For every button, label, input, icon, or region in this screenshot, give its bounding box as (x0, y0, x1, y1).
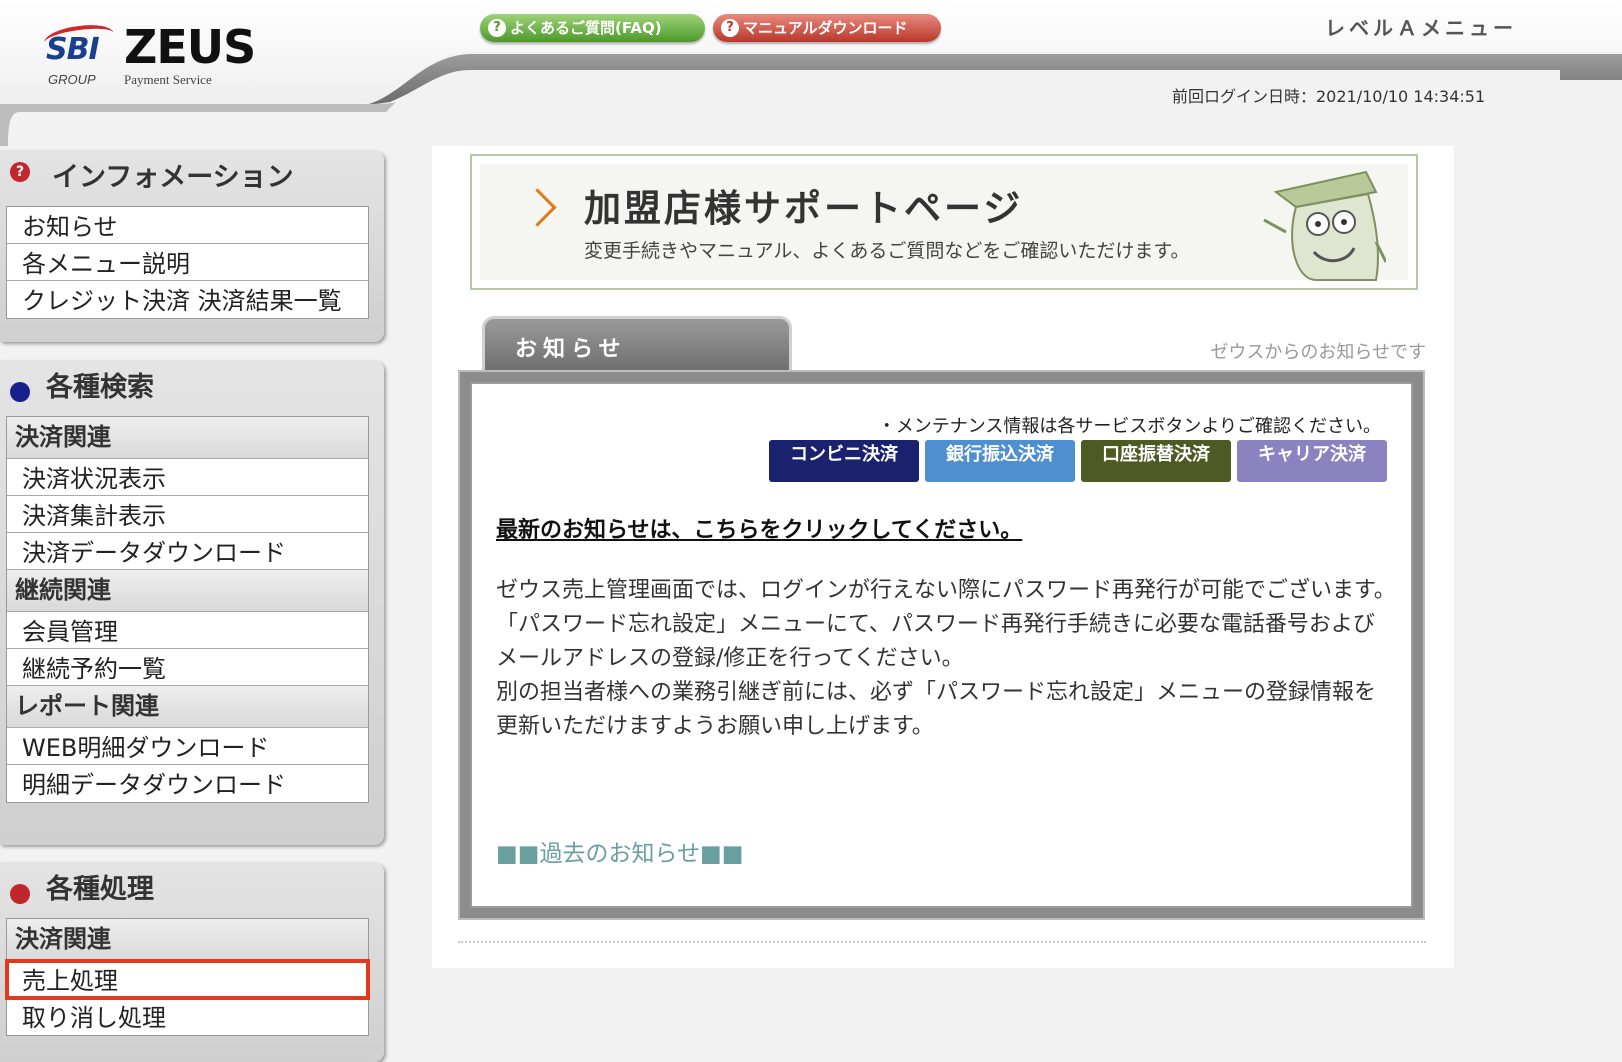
header: SBI ZEUS GROUP Payment Service ? よくあるご質問(… (0, 0, 1622, 150)
process-title-text: 各種処理 (46, 874, 154, 905)
logo-sbi: SBI (46, 32, 100, 67)
process-panel-title: 各種処理 (0, 862, 384, 918)
group-heading-report: レポート関連 (7, 686, 368, 728)
manual-download-button[interactable]: ? マニュアルダウンロード (713, 14, 941, 42)
search-panel: 各種検索 決済関連 決済状況表示 決済集計表示 決済データダウンロード 継続関連… (0, 360, 384, 845)
question-icon: ? (10, 162, 30, 182)
group-heading-payment: 決済関連 (7, 919, 368, 961)
sidebar-item-sales-processing[interactable]: 売上処理 (5, 959, 370, 1000)
search-title-text: 各種検索 (46, 372, 154, 403)
sidebar-item-payment-status[interactable]: 決済状況表示 (7, 459, 368, 496)
info-title-text: インフォメーション (52, 162, 294, 193)
process-menu: 決済関連 売上処理 取り消し処理 (5, 918, 370, 1036)
support-page-banner[interactable]: 加盟店様サポートページ 変更手続きやマニュアル、よくあるご質問などをご確認いただ… (470, 154, 1418, 290)
notices-box: ・メンテナンス情報は各サービスボタンよりご確認ください。 コンビニ決済 銀行振込… (458, 370, 1425, 920)
banner-title: 加盟店様サポートページ (584, 187, 1024, 230)
notice-paragraph: 別の担当者様への業務引継ぎ前には、必ず「パスワード忘れ設定」メニューの登録情報を… (496, 680, 1377, 739)
past-notices-link[interactable]: ■■過去のお知らせ■■ (496, 834, 743, 868)
mascot-professor-icon (1263, 170, 1386, 281)
tab-notices-label: お知らせ (515, 337, 627, 362)
banner-subtitle: 変更手続きやマニュアル、よくあるご質問などをご確認いただけます。 (584, 240, 1190, 262)
maintenance-note: ・メンテナンス情報は各サービスボタンよりご確認ください。 (877, 416, 1381, 437)
notice-body: ゼウス売上管理画面では、ログインが行えない際にパスワード再発行が可能でございます… (496, 574, 1396, 744)
sidebar-item-statement-data-download[interactable]: 明細データダウンロード (7, 765, 368, 802)
faq-button[interactable]: ? よくあるご質問(FAQ) (480, 14, 705, 42)
latest-notice-link[interactable]: 最新のお知らせは、こちらをクリックしてください。 (496, 512, 1022, 544)
last-login-datetime: 前回ログイン日時：2021/10/10 14:34:51 (1172, 87, 1486, 106)
notices-subtitle: ゼウスからのお知らせです (1210, 342, 1426, 363)
search-menu: 決済関連 決済状況表示 決済集計表示 決済データダウンロード 継続関連 会員管理… (6, 416, 369, 803)
sidebar-item-payment-summary[interactable]: 決済集計表示 (7, 496, 368, 533)
main-content: 加盟店様サポートページ 変更手続きやマニュアル、よくあるご質問などをご確認いただ… (432, 146, 1454, 968)
info-panel: ? インフォメーション お知らせ 各メニュー説明 クレジット決済 決済結果一覧 (0, 150, 384, 342)
logo-zeus: ZEUS (124, 20, 256, 74)
logo-payment-service: Payment Service (124, 72, 212, 87)
sidebar-item-credit-results[interactable]: クレジット決済 決済結果一覧 (7, 281, 368, 318)
sidebar-item-notices[interactable]: お知らせ (7, 207, 368, 244)
logo-group: GROUP (48, 72, 96, 87)
group-heading-payment: 決済関連 (7, 417, 368, 459)
search-panel-title: 各種検索 (0, 360, 384, 416)
tab-notices[interactable]: お知らせ (482, 316, 792, 374)
process-panel: 各種処理 決済関連 売上処理 取り消し処理 (0, 862, 384, 1062)
question-icon: ? (488, 18, 506, 37)
question-icon: ? (721, 18, 739, 37)
zeus-logo[interactable]: SBI ZEUS GROUP Payment Service (36, 18, 256, 88)
bullet-icon (10, 884, 30, 904)
notice-paragraph: ゼウス売上管理画面では、ログインが行えない際にパスワード再発行が可能でございます… (496, 578, 1396, 603)
level-menu-title: レベルＡメニュー (1325, 16, 1517, 40)
faq-button-label: よくあるご質問(FAQ) (510, 19, 662, 37)
group-heading-continuation: 継続関連 (7, 570, 368, 612)
carrier-payment-button[interactable]: キャリア決済 (1237, 440, 1387, 482)
notice-paragraph: 「パスワード忘れ設定」メニューにて、パスワード再発行手続きに必要な電話番号および… (496, 612, 1375, 671)
sidebar-item-menu-description[interactable]: 各メニュー説明 (7, 244, 368, 281)
sidebar-item-cancellation[interactable]: 取り消し処理 (7, 998, 368, 1035)
account-transfer-payment-button[interactable]: 口座振替決済 (1081, 440, 1231, 482)
sidebar-item-web-statement-download[interactable]: WEB明細ダウンロード (7, 728, 368, 765)
divider (458, 941, 1426, 943)
sidebar-item-member-management[interactable]: 会員管理 (7, 612, 368, 649)
bank-transfer-payment-button[interactable]: 銀行振込決済 (925, 440, 1075, 482)
sidebar-item-reservation-list[interactable]: 継続予約一覧 (7, 649, 368, 686)
notices-inner: ・メンテナンス情報は各サービスボタンよりご確認ください。 コンビニ決済 銀行振込… (470, 382, 1413, 908)
manual-download-label: マニュアルダウンロード (743, 19, 908, 37)
info-menu: お知らせ 各メニュー説明 クレジット決済 決済結果一覧 (6, 206, 369, 319)
info-panel-title: ? インフォメーション (0, 150, 384, 206)
bullet-icon (10, 382, 30, 402)
convenience-store-payment-button[interactable]: コンビニ決済 (769, 440, 919, 482)
sidebar-item-payment-data-download[interactable]: 決済データダウンロード (7, 533, 368, 570)
